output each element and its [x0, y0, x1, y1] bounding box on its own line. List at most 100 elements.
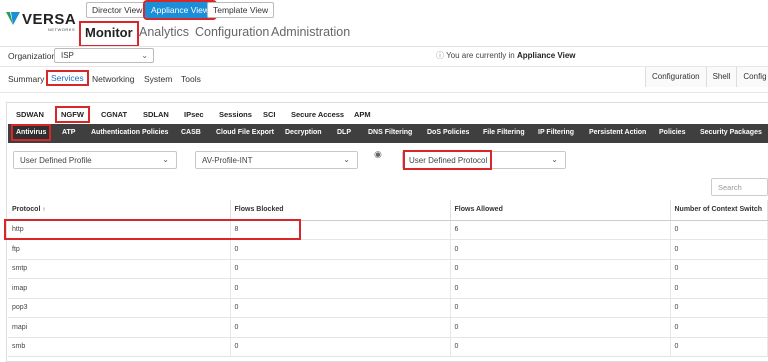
ngfw-tab-ip-filtering[interactable]: IP Filtering	[538, 129, 574, 136]
chevron-down-icon: ⌄	[343, 155, 350, 164]
protocol-type-value: User Defined Protocol	[409, 156, 488, 165]
ngfw-tab-dos-policies[interactable]: DoS Policies	[427, 129, 469, 136]
organization-value: ISP	[61, 51, 74, 60]
tab-summary[interactable]: Summary	[8, 74, 44, 84]
column-header-context-switch[interactable]: Number of Context Switch	[670, 200, 768, 221]
table-row[interactable]: smtp 0 0 0	[8, 259, 768, 279]
appliance-view-note: ⓘ You are currently in Appliance View	[436, 50, 576, 61]
flows-allowed-cell: 0	[450, 317, 671, 338]
flows-blocked-cell: 0	[230, 298, 451, 318]
service-tab-cgnat[interactable]: CGNAT	[101, 110, 127, 119]
context-switch-cell: 0	[670, 278, 768, 299]
table-header-row: Protocol ↑ Flows Blocked Flows Allowed N…	[8, 200, 768, 221]
service-tab-sci[interactable]: SCI	[263, 110, 276, 119]
nav-analytics[interactable]: Analytics	[139, 25, 189, 47]
protocol-cell: imap	[8, 278, 231, 299]
ngfw-tab-policies[interactable]: Policies	[659, 129, 685, 136]
profile-select[interactable]: AV-Profile-INT ⌄	[195, 151, 358, 169]
profile-type-select[interactable]: User Defined Profile ⌄	[13, 151, 177, 169]
flows-allowed-cell: 0	[450, 337, 671, 357]
ngfw-tab-cloud-file-export[interactable]: Cloud File Export	[216, 129, 274, 136]
search-placeholder: Search	[718, 183, 742, 192]
tab-tools[interactable]: Tools	[181, 74, 201, 84]
service-tab-ngfw[interactable]: NGFW	[55, 106, 90, 123]
brand-name: VERSA	[22, 11, 77, 28]
protocol-cell: pop3	[8, 298, 231, 318]
table-row[interactable]: smb 0 0 0	[8, 337, 768, 357]
protocol-cell: ftp	[8, 239, 231, 260]
shell-tab[interactable]: Shell	[705, 67, 737, 87]
ngfw-tab-dns-filtering[interactable]: DNS Filtering	[368, 129, 412, 136]
service-tab-sessions[interactable]: Sessions	[219, 110, 252, 119]
context-switch-cell: 0	[670, 239, 768, 260]
director-view-button[interactable]: Director View	[86, 2, 149, 18]
chevron-down-icon: ⌄	[162, 155, 169, 164]
divider	[0, 92, 768, 93]
search-input[interactable]: Search	[711, 178, 768, 196]
eye-icon[interactable]: ◉	[374, 149, 382, 160]
config-sync-tab[interactable]: Config S	[736, 67, 768, 87]
flows-blocked-cell: 0	[230, 278, 451, 299]
appliance-note-prefix: You are currently in	[446, 51, 515, 60]
flows-allowed-cell: 0	[450, 298, 671, 318]
flows-blocked-cell: 8	[230, 220, 451, 240]
tab-services[interactable]: Services	[46, 70, 89, 86]
column-header-flows-allowed[interactable]: Flows Allowed	[450, 200, 671, 221]
service-tab-apm[interactable]: APM	[354, 110, 371, 119]
service-tab-ipsec[interactable]: IPsec	[184, 110, 204, 119]
template-view-button[interactable]: Template View	[207, 2, 275, 18]
protocol-type-select[interactable]: User Defined Protocol ⌄	[402, 151, 566, 169]
profile-type-value: User Defined Profile	[20, 156, 92, 165]
ngfw-tab-decryption[interactable]: Decryption	[285, 129, 322, 136]
ngfw-tab-persistent-action[interactable]: Persistent Action	[589, 129, 646, 136]
column-header-label: Protocol	[12, 206, 41, 214]
brand-sub: NETWORKS	[48, 27, 76, 32]
ngfw-tab-dlp[interactable]: DLP	[337, 129, 351, 136]
column-header-flows-blocked[interactable]: Flows Blocked	[230, 200, 451, 221]
table-row[interactable]: http 8 6 0	[8, 220, 768, 240]
configuration-tab[interactable]: Configuration	[645, 67, 706, 87]
table-row[interactable]: pop3 0 0 0	[8, 298, 768, 318]
ngfw-tab-security-packages[interactable]: Security Packages	[700, 129, 762, 136]
nav-administration[interactable]: Administration	[271, 25, 350, 47]
ngfw-tab-file-filtering[interactable]: File Filtering	[483, 129, 525, 136]
protocol-table: Protocol ↑ Flows Blocked Flows Allowed N…	[8, 200, 768, 357]
context-switch-cell: 0	[670, 337, 768, 357]
column-header-protocol[interactable]: Protocol ↑	[8, 200, 231, 221]
tab-system[interactable]: System	[144, 74, 172, 84]
service-tab-sdlan[interactable]: SDLAN	[143, 110, 169, 119]
service-tab-sdwan[interactable]: SDWAN	[16, 110, 44, 119]
flows-allowed-cell: 0	[450, 259, 671, 279]
protocol-cell: mapi	[8, 317, 231, 338]
appliance-view-button[interactable]: Appliance View	[143, 0, 217, 20]
nav-configuration[interactable]: Configuration	[195, 25, 269, 47]
protocol-cell: smtp	[8, 259, 231, 279]
table-row[interactable]: mapi 0 0 0	[8, 317, 768, 338]
flows-blocked-cell: 0	[230, 337, 451, 357]
info-icon: ⓘ	[436, 51, 444, 60]
flows-allowed-cell: 0	[450, 278, 671, 299]
chevron-down-icon: ⌄	[551, 155, 558, 164]
organization-select[interactable]: ISP ⌄	[54, 48, 154, 63]
context-switch-cell: 0	[670, 298, 768, 318]
protocol-cell: http	[8, 220, 231, 240]
profile-value: AV-Profile-INT	[202, 156, 253, 165]
sort-asc-icon: ↑	[42, 207, 46, 214]
context-switch-cell: 0	[670, 220, 768, 240]
service-tab-secure-access[interactable]: Secure Access	[291, 110, 344, 119]
ngfw-tab-antivirus[interactable]: Antivirus	[10, 124, 52, 141]
nav-monitor[interactable]: Monitor	[79, 21, 139, 47]
tab-networking[interactable]: Networking	[92, 74, 135, 84]
ngfw-tab-casb[interactable]: CASB	[181, 129, 201, 136]
ngfw-tab-authentication-policies[interactable]: Authentication Policies	[91, 129, 168, 136]
nav-divider	[0, 46, 768, 47]
ngfw-tab-atp[interactable]: ATP	[62, 129, 75, 136]
flows-blocked-cell: 0	[230, 317, 451, 338]
table-row[interactable]: imap 0 0 0	[8, 278, 768, 299]
flows-blocked-cell: 0	[230, 239, 451, 260]
flows-allowed-cell: 0	[450, 239, 671, 260]
appliance-note-value: Appliance View	[516, 51, 576, 60]
versa-logo: VERSA NETWORKS	[6, 8, 76, 34]
organization-label: Organization	[8, 51, 57, 61]
table-row[interactable]: ftp 0 0 0	[8, 239, 768, 260]
